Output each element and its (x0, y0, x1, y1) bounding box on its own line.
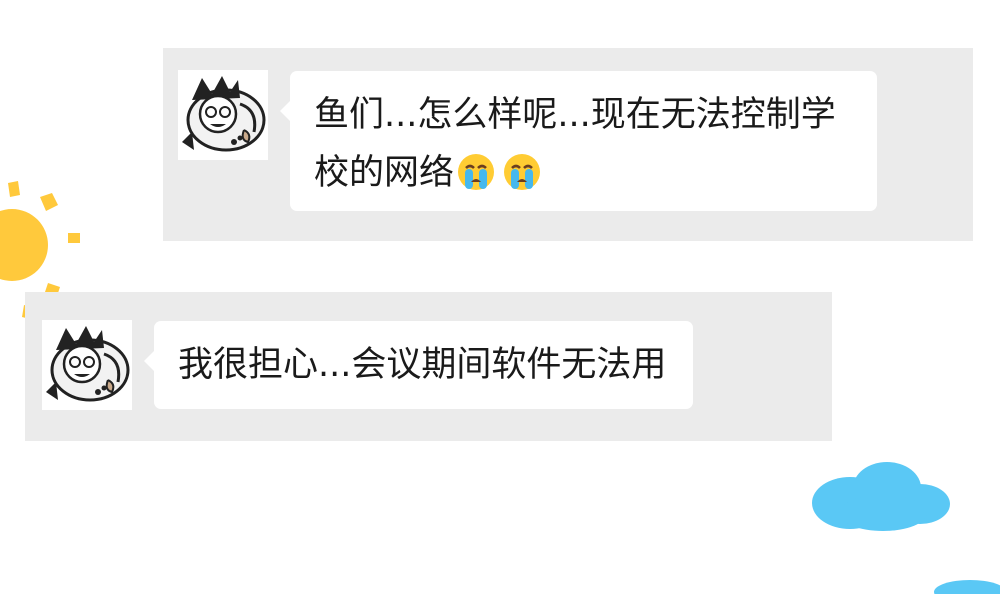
cartoon-avatar-icon (42, 320, 132, 410)
message-text: 鱼们...怎么样呢...现在无法控制学校的网络 (314, 95, 836, 193)
avatar[interactable] (178, 70, 268, 160)
cloud-fragment-decoration (934, 580, 1000, 594)
crying-face-icon (456, 152, 496, 192)
message-bubble[interactable]: 我很担心...会议期间软件无法用 (144, 321, 693, 409)
crying-face-icon (502, 152, 542, 192)
message-bubble[interactable]: 鱼们...怎么样呢...现在无法控制学校的网络 (280, 71, 877, 211)
avatar[interactable] (42, 320, 132, 410)
chat-message-row: 鱼们...怎么样呢...现在无法控制学校的网络 (163, 48, 973, 241)
cloud-decoration (812, 462, 950, 531)
cartoon-avatar-icon (178, 70, 268, 160)
message-text: 我很担心...会议期间软件无法用 (178, 345, 667, 385)
emoji-group (456, 152, 548, 210)
chat-message-row: 我很担心...会议期间软件无法用 (25, 292, 832, 441)
